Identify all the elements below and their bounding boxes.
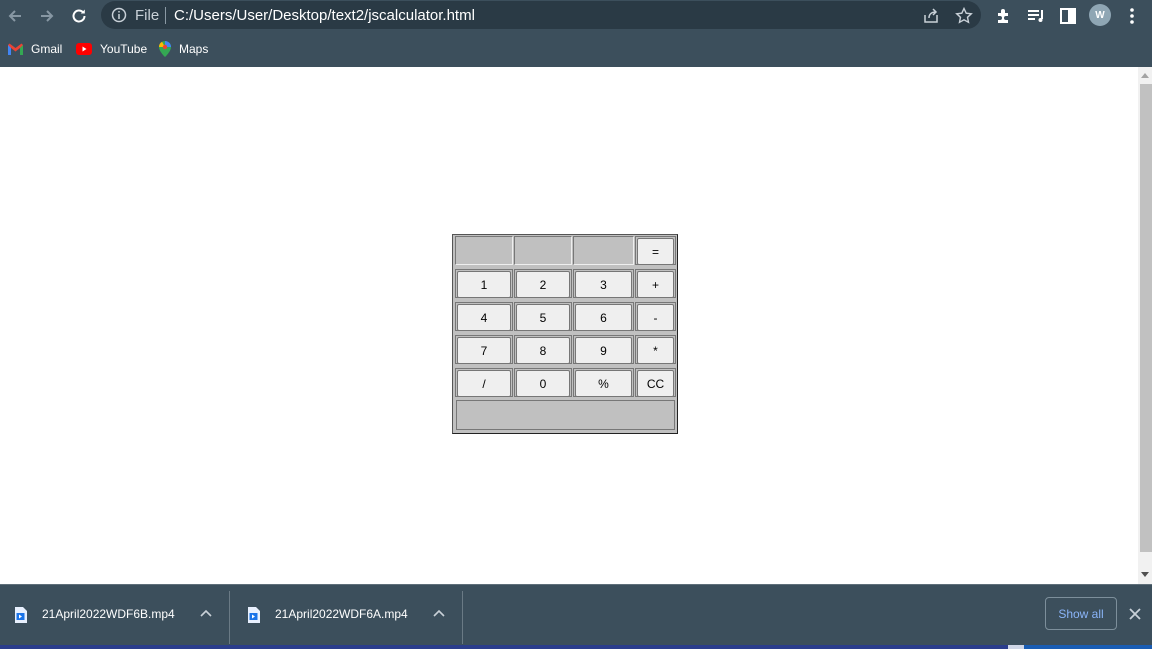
equals-button[interactable]: = — [637, 238, 674, 265]
calc-cell: + — [635, 269, 676, 298]
back-button[interactable] — [3, 4, 27, 28]
arrow-right-icon — [41, 10, 54, 22]
url-scheme-label: File — [135, 7, 160, 24]
calc-cell: 2 — [514, 269, 572, 298]
share-icon[interactable] — [921, 6, 941, 26]
taskbar-edge — [0, 645, 1152, 649]
download-filename: 21April2022WDF6B.mp4 — [42, 607, 175, 621]
forward-button[interactable] — [35, 4, 59, 28]
calc-cell: * — [635, 335, 676, 364]
extensions-icon[interactable] — [993, 5, 1015, 27]
add-button[interactable]: + — [637, 271, 674, 298]
scroll-down-icon[interactable] — [1141, 572, 1149, 578]
taskbar-segment — [1024, 645, 1152, 649]
taskbar-segment — [1008, 645, 1024, 649]
download-shelf: 21April2022WDF6B.mp4 21April2022WDF6A.mp… — [0, 584, 1152, 649]
calc-cell: 7 — [455, 335, 513, 364]
calc-empty-cell — [573, 236, 634, 265]
multiply-button[interactable]: * — [637, 337, 674, 364]
calc-cell: 1 — [455, 269, 513, 298]
browser-window: File C:/Users/User/Desktop/text2/jscalcu… — [0, 0, 1152, 649]
url-text[interactable]: C:/Users/User/Desktop/text2/jscalculator… — [174, 7, 475, 24]
download-item[interactable]: 21April2022WDF6B.mp4 — [0, 585, 229, 648]
side-panel-icon[interactable] — [1057, 5, 1079, 27]
digit-8-button[interactable]: 8 — [516, 337, 570, 364]
calculator-display[interactable] — [456, 400, 675, 430]
clear-button[interactable]: CC — [637, 370, 674, 397]
video-file-icon — [15, 607, 27, 623]
kebab-menu-icon[interactable] — [1121, 5, 1143, 27]
digit-2-button[interactable]: 2 — [516, 271, 570, 298]
calc-cell: 0 — [514, 368, 572, 397]
download-filename: 21April2022WDF6A.mp4 — [275, 607, 408, 621]
digit-6-button[interactable]: 6 — [575, 304, 632, 331]
subtract-button[interactable]: - — [637, 304, 674, 331]
modulo-button[interactable]: % — [575, 370, 632, 397]
scroll-up-icon[interactable] — [1141, 72, 1149, 78]
digit-4-button[interactable]: 4 — [457, 304, 511, 331]
info-icon[interactable] — [111, 7, 127, 23]
vertical-scrollbar[interactable] — [1138, 67, 1152, 584]
address-bar[interactable]: File C:/Users/User/Desktop/text2/jscalcu… — [101, 1, 981, 29]
digit-0-button[interactable]: 0 — [516, 370, 570, 397]
profile-avatar[interactable]: W — [1089, 4, 1111, 26]
digit-9-button[interactable]: 9 — [575, 337, 632, 364]
reload-button[interactable] — [67, 4, 91, 28]
calc-cell: / — [455, 368, 513, 397]
calc-cell: - — [635, 302, 676, 331]
video-file-icon — [248, 607, 260, 623]
bookmark-label: YouTube — [100, 42, 148, 56]
calc-cell: CC — [635, 368, 676, 397]
download-item[interactable]: 21April2022WDF6A.mp4 — [233, 585, 462, 648]
calc-cell: % — [573, 368, 634, 397]
arrow-left-icon — [8, 10, 21, 22]
scroll-thumb[interactable] — [1140, 84, 1152, 552]
calc-cell: 8 — [514, 335, 572, 364]
bookmarks-bar: Gmail YouTube Maps — [0, 31, 1152, 67]
download-divider — [462, 591, 463, 644]
bookmark-maps[interactable]: Maps — [159, 40, 208, 58]
bookmark-youtube[interactable]: YouTube — [76, 40, 147, 58]
chevron-up-icon[interactable] — [433, 609, 445, 617]
url-divider — [165, 7, 166, 24]
download-divider — [229, 591, 230, 644]
calc-cell: 9 — [573, 335, 634, 364]
calc-cell: 6 — [573, 302, 634, 331]
bookmark-label: Gmail — [31, 42, 63, 56]
bookmark-gmail[interactable]: Gmail — [8, 40, 62, 58]
chevron-up-icon[interactable] — [200, 609, 212, 617]
maps-icon — [159, 41, 171, 57]
gmail-icon — [8, 43, 23, 55]
close-icon[interactable] — [1128, 607, 1142, 621]
show-all-button[interactable]: Show all — [1045, 597, 1117, 630]
calc-cell: = — [635, 236, 676, 265]
calc-cell: 4 — [455, 302, 513, 331]
browser-toolbar: File C:/Users/User/Desktop/text2/jscalcu… — [0, 0, 1152, 31]
digit-1-button[interactable]: 1 — [457, 271, 511, 298]
reload-icon — [72, 9, 86, 23]
calc-empty-cell — [514, 236, 572, 265]
calc-empty-cell — [455, 236, 513, 265]
calculator-table: = 1 2 3 + 4 5 6 - 7 8 9 * / 0 % CC — [452, 234, 678, 434]
digit-3-button[interactable]: 3 — [575, 271, 632, 298]
page-viewport: = 1 2 3 + 4 5 6 - 7 8 9 * / 0 % CC — [0, 67, 1152, 584]
calc-cell: 3 — [573, 269, 634, 298]
star-icon[interactable] — [954, 6, 974, 26]
reading-list-icon[interactable] — [1025, 5, 1047, 27]
bookmark-label: Maps — [179, 42, 209, 56]
youtube-icon — [76, 43, 92, 55]
divide-button[interactable]: / — [457, 370, 511, 397]
digit-7-button[interactable]: 7 — [457, 337, 511, 364]
digit-5-button[interactable]: 5 — [516, 304, 570, 331]
calc-cell: 5 — [514, 302, 572, 331]
